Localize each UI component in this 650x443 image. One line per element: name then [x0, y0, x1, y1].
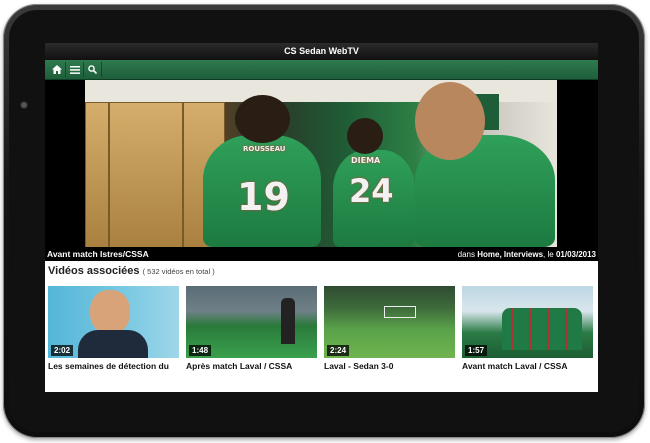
- goal: [384, 306, 416, 318]
- camera-dot: [21, 102, 27, 108]
- video-card-title[interactable]: Les semaines de détection du: [48, 361, 179, 371]
- related-heading: Vidéos associées ( 532 vidéos en total ): [48, 265, 215, 277]
- video-duration: 2:24: [327, 345, 350, 356]
- team-huddle: [502, 308, 582, 350]
- player-24: DIEMA 24: [333, 150, 415, 247]
- video-categories[interactable]: Home, Interviews: [477, 250, 543, 259]
- home-icon: [51, 65, 62, 74]
- related-list: 2:02 Les semaines de détection du 1:48 A…: [47, 286, 596, 371]
- face: [90, 290, 130, 334]
- related-videos: Vidéos associées ( 532 vidéos en total )…: [45, 261, 598, 371]
- video-date: 01/03/2013: [555, 249, 596, 259]
- video-card[interactable]: 1:57 Avant match Laval / CSSA: [462, 286, 593, 371]
- video-meta: dans Home, Interviews, le 01/03/2013: [457, 249, 596, 259]
- video-thumbnail[interactable]: 2:02: [48, 286, 179, 358]
- video-frame[interactable]: ROUSSEAU 19 DIEMA 24: [85, 80, 557, 247]
- video-card[interactable]: 2:24 Laval - Sedan 3-0: [324, 286, 455, 371]
- locker: [85, 102, 109, 247]
- video-card-title[interactable]: Après match Laval / CSSA: [186, 361, 317, 371]
- shoulders: [78, 330, 148, 358]
- video-card-title[interactable]: Avant match Laval / CSSA: [462, 361, 593, 371]
- search-icon: [88, 65, 97, 74]
- video-title: Avant match Istres/CSSA: [47, 249, 149, 259]
- video-duration: 1:48: [189, 345, 212, 356]
- player-head: [415, 82, 485, 160]
- video-thumbnail[interactable]: 1:57: [462, 286, 593, 358]
- video-card[interactable]: 2:02 Les semaines de détection du: [48, 286, 179, 371]
- video-player[interactable]: ROUSSEAU 19 DIEMA 24: [45, 80, 598, 247]
- player-19: ROUSSEAU 19: [203, 135, 321, 247]
- menu-button[interactable]: [66, 62, 84, 77]
- home-button[interactable]: [48, 62, 66, 77]
- app-title: CS Sedan WebTV: [45, 43, 598, 60]
- video-card[interactable]: 1:48 Après match Laval / CSSA: [186, 286, 317, 371]
- video-duration: 1:57: [465, 345, 488, 356]
- jersey-number: 19: [237, 175, 290, 219]
- jersey-name: ROUSSEAU: [243, 145, 286, 153]
- video-duration: 2:02: [51, 345, 74, 356]
- jersey-number: 24: [349, 172, 394, 210]
- search-button[interactable]: [84, 62, 102, 77]
- video-caption-bar: Avant match Istres/CSSA dans Home, Inter…: [45, 247, 598, 261]
- toolbar: [45, 60, 598, 80]
- player-head: [235, 95, 290, 143]
- figure: [281, 298, 295, 344]
- video-card-title[interactable]: Laval - Sedan 3-0: [324, 361, 455, 371]
- video-thumbnail[interactable]: 2:24: [324, 286, 455, 358]
- locker: [109, 102, 183, 247]
- menu-icon: [69, 65, 80, 74]
- related-count: ( 532 vidéos en total ): [142, 267, 215, 276]
- jersey-name: DIEMA: [351, 156, 381, 165]
- player-head: [347, 118, 383, 154]
- app-screen: CS Sedan WebTV ROUSSEAU 19 DIEMA 24 Avan…: [45, 43, 598, 392]
- video-thumbnail[interactable]: 1:48: [186, 286, 317, 358]
